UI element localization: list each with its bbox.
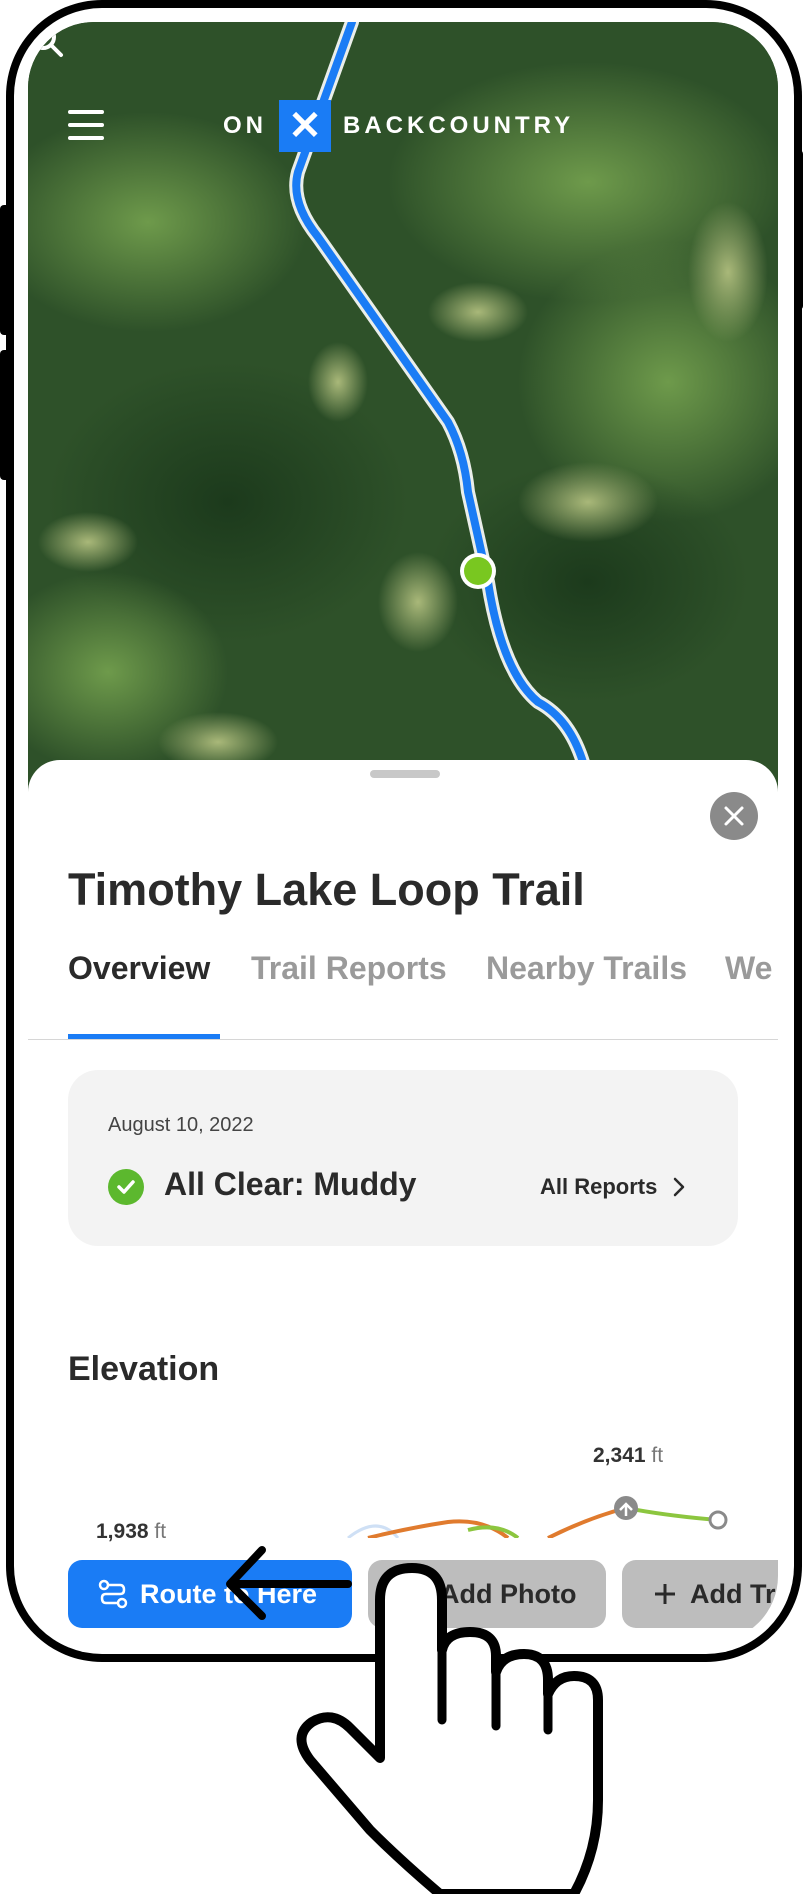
app-screen: ON ✕ BACKCOUNTRY Timothy Lake Loop Trail… — [28, 22, 778, 1642]
add-trip-button[interactable]: Add Tr — [622, 1560, 778, 1628]
report-status: All Clear: Muddy — [164, 1166, 417, 1202]
elevation-heading: Elevation — [68, 1350, 220, 1388]
tab-nearby-trails[interactable]: Nearby Trails — [486, 950, 687, 987]
add-trip-label: Add Tr — [690, 1578, 776, 1609]
elevation-chart[interactable] — [28, 1432, 778, 1538]
check-circle-icon — [108, 1169, 144, 1205]
phone-power-button — [794, 150, 803, 310]
tabs-divider — [28, 1039, 778, 1040]
trail-title: Timothy Lake Loop Trail — [68, 864, 585, 915]
route-to-here-button[interactable]: Route to Here — [68, 1560, 352, 1628]
add-photo-label: Add Photo — [440, 1578, 577, 1609]
top-bar: ON ✕ BACKCOUNTRY — [28, 22, 778, 172]
trail-report-card[interactable]: August 10, 2022 All Clear: Muddy All Rep… — [68, 1070, 738, 1246]
add-photo-button[interactable]: Add Photo — [368, 1560, 606, 1628]
map-view[interactable]: ON ✕ BACKCOUNTRY — [28, 22, 778, 812]
chevron-right-icon — [674, 1177, 685, 1197]
report-date: August 10, 2022 — [108, 1114, 254, 1136]
search-icon[interactable] — [28, 22, 64, 58]
detail-tabs: Overview Trail Reports Nearby Trails We — [68, 950, 778, 1010]
logo-text-left: ON — [223, 112, 267, 139]
close-button[interactable] — [710, 792, 758, 840]
all-reports-label: All Reports — [540, 1174, 658, 1199]
route-to-here-label: Route to Here — [140, 1578, 318, 1609]
hamburger-menu-icon[interactable] — [68, 110, 104, 142]
plus-icon — [652, 1581, 678, 1607]
route-icon — [98, 1579, 128, 1609]
camera-icon — [398, 1581, 428, 1607]
close-icon — [724, 806, 744, 826]
tab-trail-reports[interactable]: Trail Reports — [251, 950, 447, 987]
elevation-profile-segment — [625, 1506, 719, 1522]
elevation-profile-segment — [467, 1525, 520, 1538]
elevation-profile-segment — [547, 1506, 627, 1538]
logo-mark: ✕ — [279, 100, 331, 152]
elevation-end-marker — [708, 1510, 728, 1530]
action-bar: Route to Here Add Photo Add Tr — [28, 1560, 778, 1640]
app-logo: ON ✕ BACKCOUNTRY — [223, 100, 574, 152]
tab-weather[interactable]: We — [725, 950, 772, 987]
trail-detail-sheet: Timothy Lake Loop Trail Overview Trail R… — [28, 760, 778, 1642]
logo-text-right: BACKCOUNTRY — [343, 112, 575, 139]
all-reports-link[interactable]: All Reports — [540, 1174, 685, 1200]
phone-side-button — [0, 350, 10, 480]
sheet-grabber[interactable] — [370, 770, 440, 778]
phone-side-button — [0, 205, 10, 335]
tab-overview[interactable]: Overview — [68, 950, 210, 987]
